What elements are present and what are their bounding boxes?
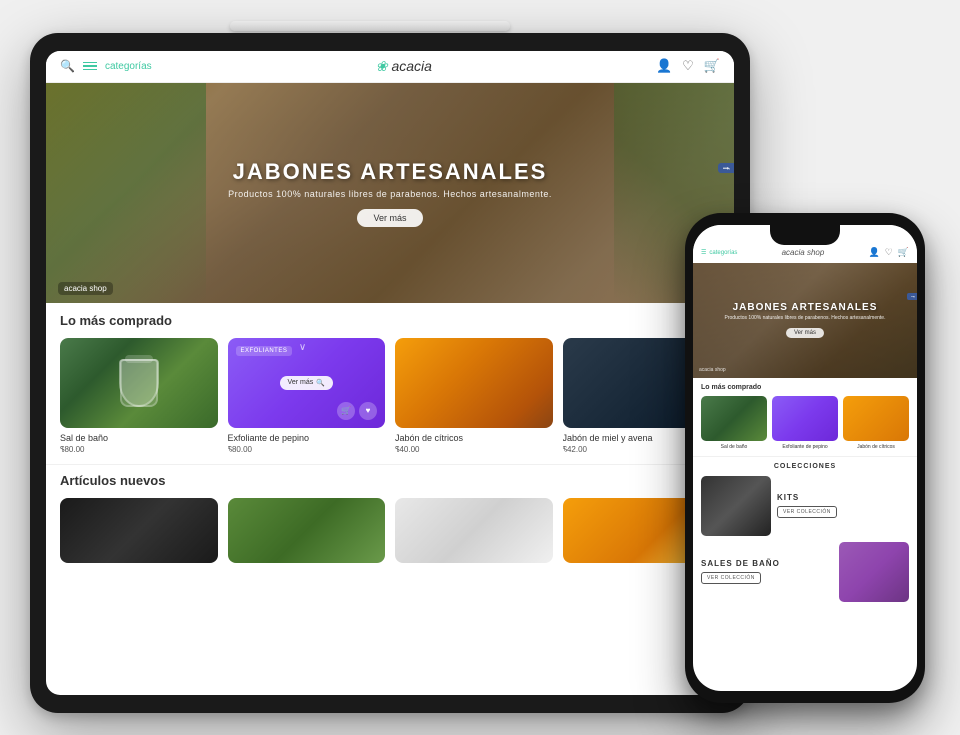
product-card-exfoliante[interactable]: EXFOLIANTES ∨ Ver más 🔍 🛒 ♥ [228,338,386,454]
tablet-products-grid: Sal de baño $80.00 EXFOLIANTES ∨ Ver más… [60,338,720,454]
product-price: $80.00 [60,445,218,454]
phone-nav-logo: acacia shop [782,248,825,257]
phone-body: ☰ categorías acacia shop 👤 ♡ 🛒 J [685,213,925,703]
tablet-articulos-nuevos-section: Artículos nuevos [46,464,734,567]
tablet-pencil [230,21,510,31]
tablet-device: 🔍 categorías ❀ acacia 👤 ♡ 🛒 [30,33,750,713]
hamburger-menu-icon[interactable] [83,62,97,71]
coleccion-sales-bano: SALES DE BAÑO VER COLECCIÓN [701,542,909,602]
categorias-label[interactable]: categorías [105,61,152,72]
facebook-button[interactable]: f [718,163,734,174]
scene: 🔍 categorías ❀ acacia 👤 ♡ 🛒 [20,13,940,723]
tablet-hero-banner: JABONES ARTESANALES Productos 100% natur… [46,83,734,303]
coleccion-kits: KIts VER COLECCIÓN [701,476,909,536]
phone-product-img-citricos [843,396,909,441]
new-products-grid [60,498,720,563]
hero-subtitle: Productos 100% naturales libres de parab… [228,189,552,199]
tablet-nav-actions: 👤 ♡ 🛒 [656,58,720,74]
product-image-sal-bano [60,338,218,428]
hero-content: JABONES ARTESANALES Productos 100% natur… [228,159,552,227]
phone-product-card-sal[interactable]: Sal de baño [701,396,767,450]
product-action-icons: 🛒 ♥ [337,402,377,420]
acacia-shop-badge: acacia shop [58,282,113,295]
phone-facebook-button[interactable]: f [907,293,917,300]
product-badge-exfoliantes: EXFOLIANTES [236,346,293,356]
new-product-card-1[interactable] [60,498,218,563]
hero-plants-left [46,83,206,303]
phone-hero-title: JABONES ARTESANALES [725,302,886,313]
tablet-navbar: 🔍 categorías ❀ acacia 👤 ♡ 🛒 [46,51,734,83]
phone-hero-banner: JABONES ARTESANALES Productos 100% natur… [693,263,917,378]
phone-product-img-exfoliante [772,396,838,441]
articulos-nuevos-title: Artículos nuevos [60,473,720,488]
phone-lo-mas-comprado-title: Lo más comprado [701,384,909,391]
new-product-card-2[interactable] [228,498,386,563]
phone-acacia-shop-badge: acacia shop [699,367,726,373]
product-image-exfoliante: EXFOLIANTES ∨ Ver más 🔍 🛒 ♥ [228,338,386,428]
product-card-sal-bano[interactable]: Sal de baño $80.00 [60,338,218,454]
phone-product-name-sal: Sal de baño [701,444,767,450]
phone-products-grid: Sal de baño Exfoliante de pepino Jabón d… [701,396,909,450]
sales-bano-image [839,542,909,602]
phone-product-card-exfoliante[interactable]: Exfoliante de pepino [772,396,838,450]
hamburger-mini-icon: ☰ [701,249,706,256]
phone-colecciones-section: COLECCIONES KIts VER COLECCIÓN SALES DE … [693,456,917,608]
phone-screen: ☰ categorías acacia shop 👤 ♡ 🛒 J [693,225,917,691]
sales-bano-name: SALES DE BAÑO [701,559,833,568]
tablet-nav-logo: ❀ acacia [376,58,432,75]
logo-flower-icon: ❀ [376,58,388,75]
product-name: Jabón de cítricos [395,433,553,443]
phone-nav-categorias[interactable]: ☰ categorías [701,249,737,256]
phone-user-icon[interactable]: 👤 [868,247,879,258]
phone-notch [770,225,840,245]
product-price: $80.00 [228,445,386,454]
phone-nav-actions: 👤 ♡ 🛒 [868,247,909,258]
phone-hero-subtitle: Productos 100% naturales libres de parab… [725,315,886,321]
chevron-down-icon: ∨ [299,342,306,353]
sales-info: SALES DE BAÑO VER COLECCIÓN [701,542,833,602]
phone-cart-icon[interactable]: 🛒 [898,247,909,258]
hero-ver-mas-button[interactable]: Ver más [357,209,422,227]
phone-product-name-citricos: Jabón de cítricos [843,444,909,450]
jar-lid [125,355,153,363]
product-name: Exfoliante de pepino [228,433,386,443]
hero-title: JABONES ARTESANALES [228,159,552,185]
phone-device: ☰ categorías acacia shop 👤 ♡ 🛒 J [685,213,925,703]
phone-hero-content: JABONES ARTESANALES Productos 100% natur… [715,302,896,339]
product-card-citricos[interactable]: Jabón de cítricos $40.00 [395,338,553,454]
jar-decoration [60,338,218,428]
kits-image [701,476,771,536]
heart-icon[interactable]: ♡ [682,58,694,74]
kits-ver-coleccion-button[interactable]: VER COLECCIÓN [777,506,837,518]
tablet-nav-left: 🔍 categorías [60,59,152,73]
heart-add-icon[interactable]: ♥ [359,402,377,420]
cart-add-icon[interactable]: 🛒 [337,402,355,420]
ver-mas-button[interactable]: Ver más 🔍 [280,376,333,390]
tablet-body: 🔍 categorías ❀ acacia 👤 ♡ 🛒 [30,33,750,713]
kits-info: KIts VER COLECCIÓN [777,476,909,536]
search-mini-icon: 🔍 [316,379,325,387]
sales-ver-coleccion-button[interactable]: VER COLECCIÓN [701,572,761,584]
phone-product-img-sal [701,396,767,441]
colecciones-title: COLECCIONES [701,463,909,470]
kits-name: KIts [777,493,909,502]
lo-mas-comprado-title: Lo más comprado [60,313,720,328]
phone-hero-ver-mas-button[interactable]: Ver más [786,328,824,338]
jar-shape [120,359,158,407]
product-price: $40.00 [395,445,553,454]
new-product-card-3[interactable] [395,498,553,563]
user-icon[interactable]: 👤 [656,58,672,74]
product-name: Sal de baño [60,433,218,443]
product-image-citricos [395,338,553,428]
search-icon[interactable]: 🔍 [60,59,75,73]
cart-icon[interactable]: 🛒 [704,58,720,74]
tablet-screen: 🔍 categorías ❀ acacia 👤 ♡ 🛒 [46,51,734,695]
phone-heart-icon[interactable]: ♡ [885,247,893,258]
phone-product-card-citricos[interactable]: Jabón de cítricos [843,396,909,450]
phone-lo-mas-comprado-section: Lo más comprado Sal de baño Exfoliante d… [693,378,917,456]
tablet-lo-mas-comprado-section: Lo más comprado Sal de ba [46,303,734,464]
phone-product-name-exfoliante: Exfoliante de pepino [772,444,838,450]
